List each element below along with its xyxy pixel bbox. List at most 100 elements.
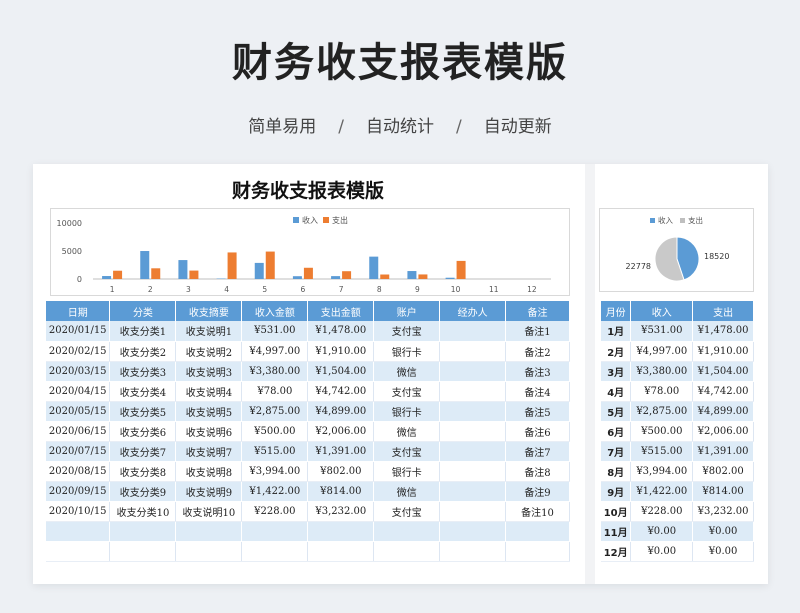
amount-cell[interactable]: ¥515.00	[630, 441, 694, 462]
empty-cell[interactable]	[46, 521, 111, 542]
empty-cell[interactable]	[109, 521, 177, 542]
table-cell[interactable]: 备注10	[505, 501, 570, 522]
table-cell[interactable]	[439, 321, 507, 342]
amount-cell[interactable]: ¥3,232.00	[692, 501, 754, 522]
amount-cell[interactable]: ¥814.00	[692, 481, 754, 502]
empty-cell[interactable]	[241, 521, 309, 542]
amount-cell[interactable]: ¥3,380.00	[630, 361, 694, 382]
table-cell[interactable]: 2020/10/15	[46, 501, 111, 522]
table-cell[interactable]: ¥814.00	[307, 481, 375, 502]
table-cell[interactable]	[439, 481, 507, 502]
table-cell[interactable]: 银行卡	[373, 461, 441, 482]
amount-cell[interactable]: ¥1,504.00	[692, 361, 754, 382]
table-cell[interactable]: 2020/02/15	[46, 341, 111, 362]
table-cell[interactable]: 收支说明4	[175, 381, 243, 402]
table-cell[interactable]	[439, 401, 507, 422]
table-cell[interactable]: 收支分类1	[109, 321, 177, 342]
month-cell[interactable]: 7月	[601, 441, 632, 462]
amount-cell[interactable]: ¥2,006.00	[692, 421, 754, 442]
table-cell[interactable]: 银行卡	[373, 401, 441, 422]
amount-cell[interactable]: ¥802.00	[692, 461, 754, 482]
amount-cell[interactable]: ¥531.00	[630, 321, 694, 342]
empty-cell[interactable]	[439, 521, 507, 542]
month-cell[interactable]: 4月	[601, 381, 632, 402]
table-cell[interactable]: 2020/05/15	[46, 401, 111, 422]
table-cell[interactable]: 收支说明6	[175, 421, 243, 442]
table-cell[interactable]: ¥2,875.00	[241, 401, 309, 422]
table-cell[interactable]	[439, 421, 507, 442]
empty-cell[interactable]	[175, 541, 243, 562]
month-cell[interactable]: 11月	[601, 521, 632, 542]
amount-cell[interactable]: ¥4,997.00	[630, 341, 694, 362]
table-cell[interactable]: ¥4,899.00	[307, 401, 375, 422]
table-cell[interactable]: ¥500.00	[241, 421, 309, 442]
table-cell[interactable]: 收支分类2	[109, 341, 177, 362]
table-cell[interactable]: 收支分类7	[109, 441, 177, 462]
table-cell[interactable]: 微信	[373, 361, 441, 382]
table-cell[interactable]: 备注7	[505, 441, 570, 462]
table-cell[interactable]: 收支分类6	[109, 421, 177, 442]
amount-cell[interactable]: ¥3,994.00	[630, 461, 694, 482]
amount-cell[interactable]: ¥0.00	[630, 521, 694, 542]
empty-cell[interactable]	[505, 521, 570, 542]
table-cell[interactable]: 2020/04/15	[46, 381, 111, 402]
table-cell[interactable]: 备注4	[505, 381, 570, 402]
month-cell[interactable]: 1月	[601, 321, 632, 342]
empty-cell[interactable]	[505, 541, 570, 562]
table-cell[interactable]: ¥515.00	[241, 441, 309, 462]
amount-cell[interactable]: ¥0.00	[630, 541, 694, 562]
table-cell[interactable]: 2020/01/15	[46, 321, 111, 342]
table-cell[interactable]: 收支分类9	[109, 481, 177, 502]
empty-cell[interactable]	[373, 541, 441, 562]
table-cell[interactable]: 银行卡	[373, 341, 441, 362]
table-cell[interactable]: 收支分类5	[109, 401, 177, 422]
amount-cell[interactable]: ¥1,478.00	[692, 321, 754, 342]
table-cell[interactable]: 2020/07/15	[46, 441, 111, 462]
table-cell[interactable]: ¥1,391.00	[307, 441, 375, 462]
table-cell[interactable]	[439, 381, 507, 402]
month-cell[interactable]: 8月	[601, 461, 632, 482]
amount-cell[interactable]: ¥0.00	[692, 541, 754, 562]
amount-cell[interactable]: ¥0.00	[692, 521, 754, 542]
empty-cell[interactable]	[307, 521, 375, 542]
month-cell[interactable]: 12月	[601, 541, 632, 562]
table-cell[interactable]	[439, 341, 507, 362]
empty-cell[interactable]	[175, 521, 243, 542]
table-cell[interactable]: 2020/08/15	[46, 461, 111, 482]
table-cell[interactable]: ¥2,006.00	[307, 421, 375, 442]
table-cell[interactable]: ¥3,380.00	[241, 361, 309, 382]
table-cell[interactable]: 支付宝	[373, 441, 441, 462]
amount-cell[interactable]: ¥1,910.00	[692, 341, 754, 362]
table-cell[interactable]: 备注3	[505, 361, 570, 382]
table-cell[interactable]: 收支分类3	[109, 361, 177, 382]
month-cell[interactable]: 5月	[601, 401, 632, 422]
month-cell[interactable]: 2月	[601, 341, 632, 362]
table-cell[interactable]: 备注6	[505, 421, 570, 442]
table-cell[interactable]: 备注2	[505, 341, 570, 362]
table-cell[interactable]: 微信	[373, 481, 441, 502]
table-cell[interactable]: 备注9	[505, 481, 570, 502]
month-cell[interactable]: 6月	[601, 421, 632, 442]
table-cell[interactable]	[439, 441, 507, 462]
table-cell[interactable]: 收支说明8	[175, 461, 243, 482]
month-cell[interactable]: 3月	[601, 361, 632, 382]
table-cell[interactable]: 2020/06/15	[46, 421, 111, 442]
empty-cell[interactable]	[307, 541, 375, 562]
amount-cell[interactable]: ¥4,899.00	[692, 401, 754, 422]
table-cell[interactable]: 备注8	[505, 461, 570, 482]
table-cell[interactable]: 支付宝	[373, 321, 441, 342]
table-cell[interactable]: ¥1,478.00	[307, 321, 375, 342]
table-cell[interactable]: ¥4,997.00	[241, 341, 309, 362]
table-cell[interactable]: 收支说明10	[175, 501, 243, 522]
empty-cell[interactable]	[46, 541, 111, 562]
amount-cell[interactable]: ¥4,742.00	[692, 381, 754, 402]
empty-cell[interactable]	[373, 521, 441, 542]
empty-cell[interactable]	[439, 541, 507, 562]
table-cell[interactable]: ¥78.00	[241, 381, 309, 402]
table-cell[interactable]: 收支说明9	[175, 481, 243, 502]
table-cell[interactable]: 收支说明2	[175, 341, 243, 362]
amount-cell[interactable]: ¥228.00	[630, 501, 694, 522]
table-cell[interactable]: 收支分类8	[109, 461, 177, 482]
table-cell[interactable]: ¥1,910.00	[307, 341, 375, 362]
amount-cell[interactable]: ¥2,875.00	[630, 401, 694, 422]
